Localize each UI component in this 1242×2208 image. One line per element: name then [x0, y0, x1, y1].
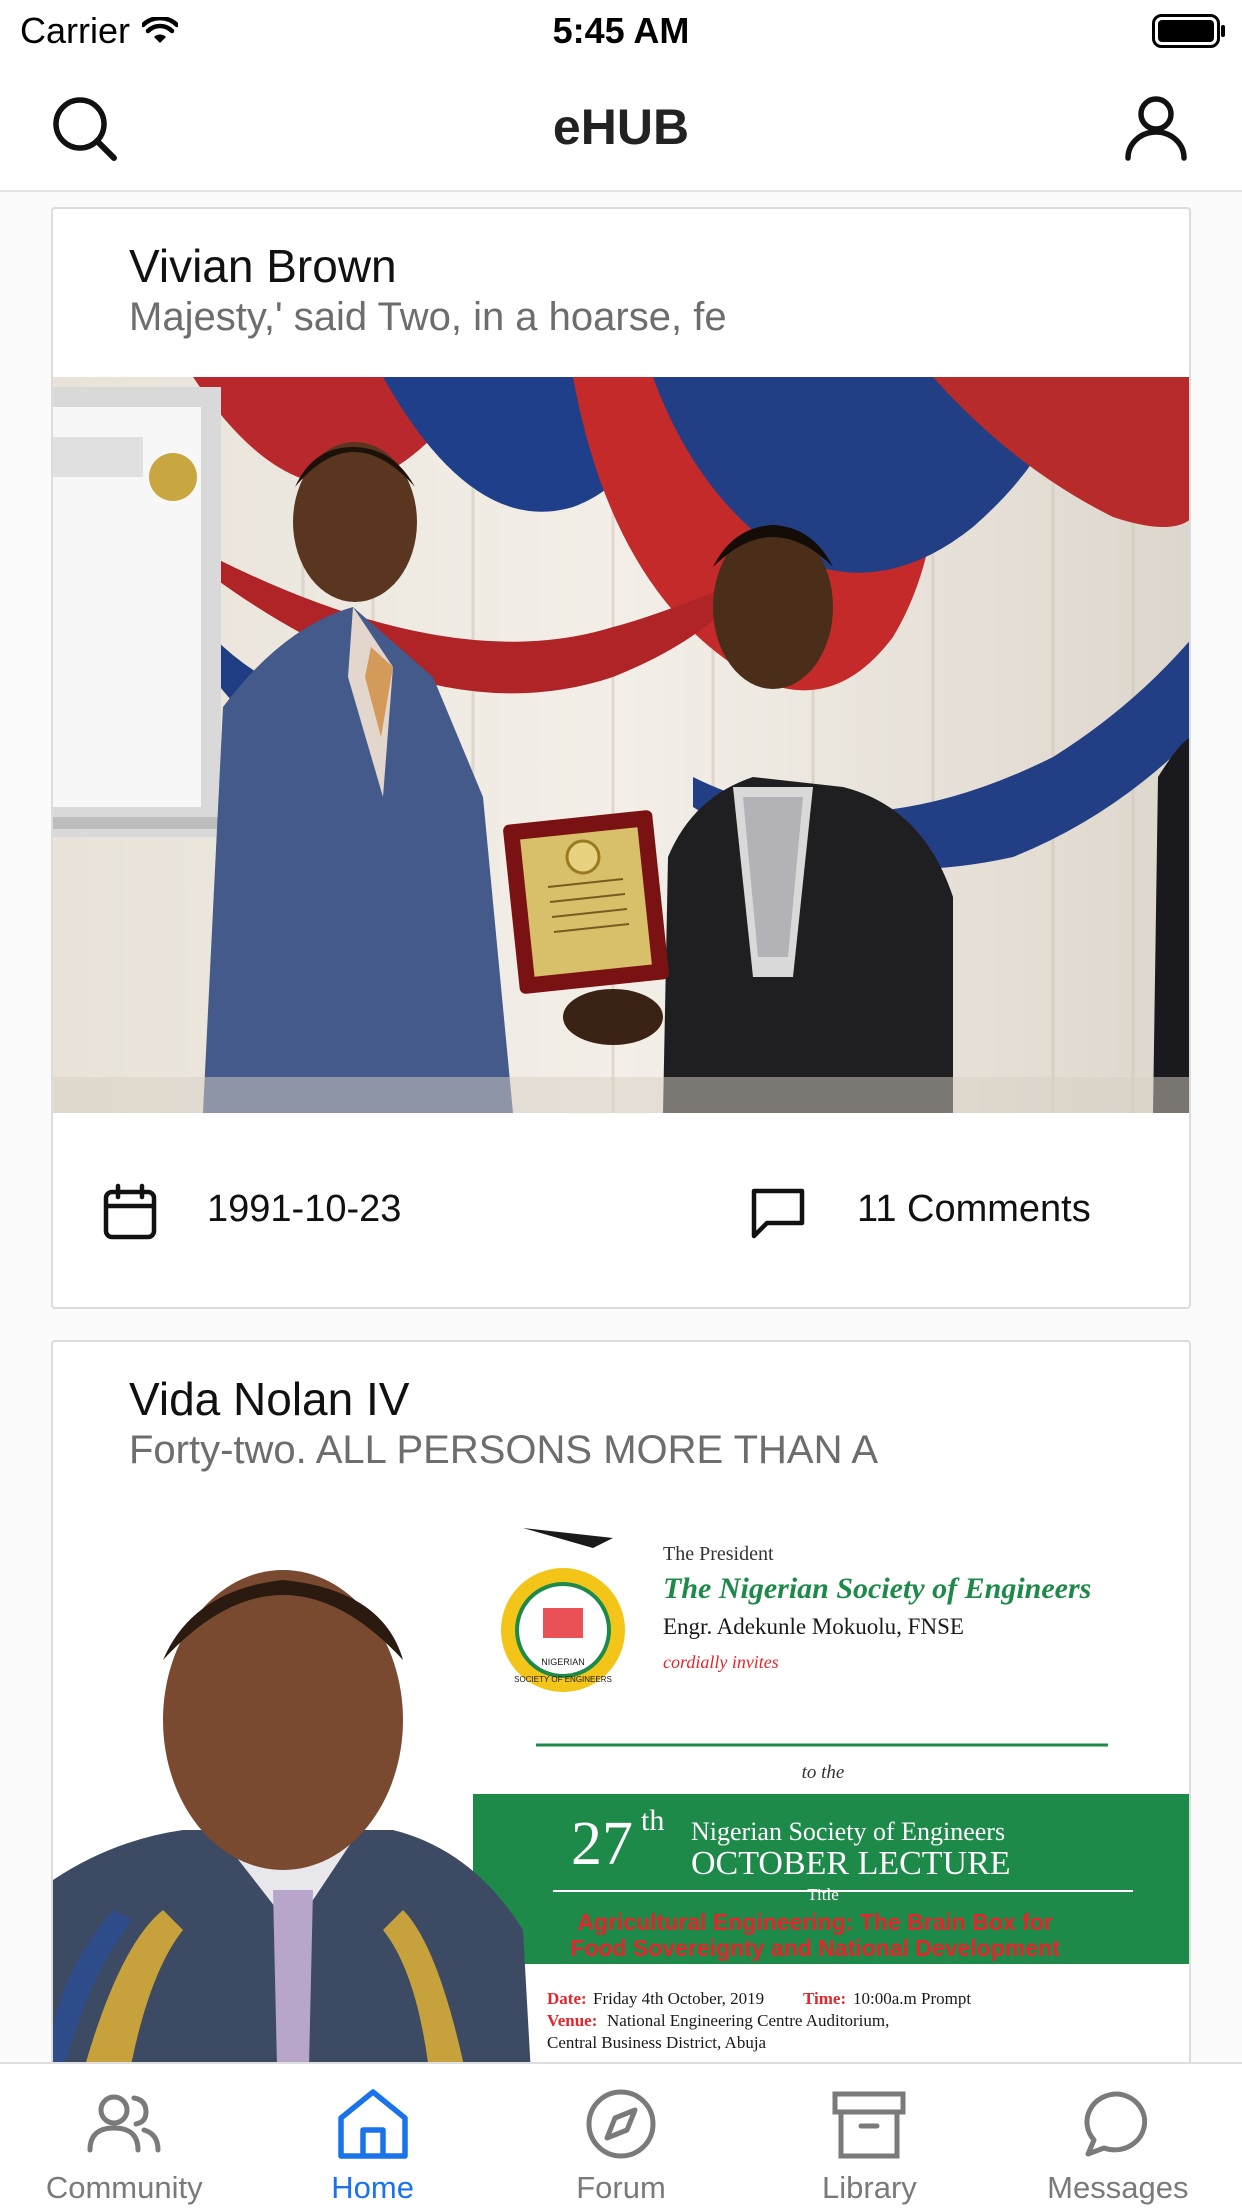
flyer-lecture-line2: OCTOBER LECTURE: [691, 1845, 1011, 1882]
page-title: eHUB: [552, 99, 690, 155]
flyer-date-value: Friday 4th October, 2019: [593, 1989, 764, 2008]
flyer-time-value: 10:00a.m Prompt: [853, 1989, 971, 2008]
tab-home[interactable]: Home: [248, 2064, 496, 2208]
flyer-date-label: Date:: [547, 1989, 587, 2008]
post-author: Vida Nolan IV: [129, 1373, 410, 1425]
comment-count[interactable]: 11 Comments: [857, 1188, 1091, 1231]
post-date: 1991-10-23: [207, 1188, 402, 1230]
profile-icon[interactable]: [1122, 94, 1190, 162]
flyer-intro: The President: [663, 1543, 774, 1565]
flyer-venue-value-2: Central Business District, Abuja: [547, 2033, 767, 2052]
flyer-ordinal-suffix: th: [641, 1804, 664, 1837]
tab-library[interactable]: Library: [745, 2064, 993, 2208]
tab-community[interactable]: Community: [0, 2064, 248, 2208]
flyer-venue-label: Venue:: [547, 2011, 597, 2030]
tab-messages[interactable]: Messages: [994, 2064, 1242, 2208]
post-excerpt: Majesty,' said Two, in a hoarse, fe: [129, 295, 727, 339]
tab-label: Home: [331, 2170, 414, 2205]
post-image[interactable]: NIGERIAN SOCIETY OF ENGINEERS The Presid…: [53, 1510, 1189, 2062]
comment-icon[interactable]: [749, 1183, 807, 1241]
post-feed[interactable]: Vivian Brown Majesty,' said Two, in a ho…: [0, 192, 1242, 2062]
flyer-ordinal: 27: [571, 1810, 633, 1878]
flyer-topic-line2: Food Sovereignty and National Developmen…: [570, 1935, 1060, 1961]
tab-forum[interactable]: Forum: [497, 2064, 745, 2208]
calendar-icon: [103, 1183, 157, 1240]
award-photo: [53, 377, 1189, 1113]
tab-label: Forum: [576, 2170, 666, 2205]
users-icon: [87, 2094, 161, 2153]
status-bar: Carrier 5:45 AM: [0, 0, 1242, 62]
tab-label: Community: [45, 2170, 203, 2205]
logo-text: SOCIETY OF ENGINEERS: [514, 1675, 612, 1684]
tab-label: Library: [822, 2170, 917, 2205]
archive-icon: [832, 2091, 906, 2159]
tab-label: Messages: [1047, 2170, 1189, 2205]
post-excerpt: Forty-two. ALL PERSONS MORE THAN A: [129, 1428, 879, 1472]
flyer-venue-value: National Engineering Centre Auditorium,: [607, 2011, 889, 2030]
flyer-topic-line1: Agricultural Engineering: The Brain Box …: [577, 1909, 1052, 1935]
flyer-title-label: Title: [807, 1885, 839, 1904]
post-meta: 1991-10-23 11 Comments: [53, 1113, 1189, 1307]
post-image[interactable]: [53, 377, 1189, 1113]
post-card[interactable]: Vida Nolan IV Forty-two. ALL PERSONS MOR…: [51, 1340, 1191, 2062]
flyer-invite: cordially invites: [663, 1652, 779, 1672]
flyer-to-the: to the: [802, 1762, 845, 1783]
battery-icon: [1152, 14, 1225, 48]
home-icon: [337, 2089, 408, 2159]
compass-icon: [586, 2089, 656, 2159]
logo-text: NIGERIAN: [541, 1657, 585, 1667]
post-author: Vivian Brown: [129, 240, 397, 292]
flyer-time-label: Time:: [803, 1989, 846, 2008]
flyer-name: Engr. Adekunle Mokuolu, FNSE: [663, 1614, 964, 1639]
flyer-lecture-line1: Nigerian Society of Engineers: [691, 1817, 1005, 1846]
tab-bar: Community Home Forum Library Messages: [0, 2062, 1242, 2208]
status-time: 5:45 AM: [552, 10, 690, 51]
chat-bubble-icon: [1084, 2091, 1147, 2157]
post-card[interactable]: Vivian Brown Majesty,' said Two, in a ho…: [51, 207, 1191, 1309]
flyer-org: The Nigerian Society of Engineers: [663, 1572, 1091, 1605]
lecture-flyer: NIGERIAN SOCIETY OF ENGINEERS The Presid…: [53, 1510, 1189, 2062]
nav-bar: eHUB: [0, 62, 1242, 192]
